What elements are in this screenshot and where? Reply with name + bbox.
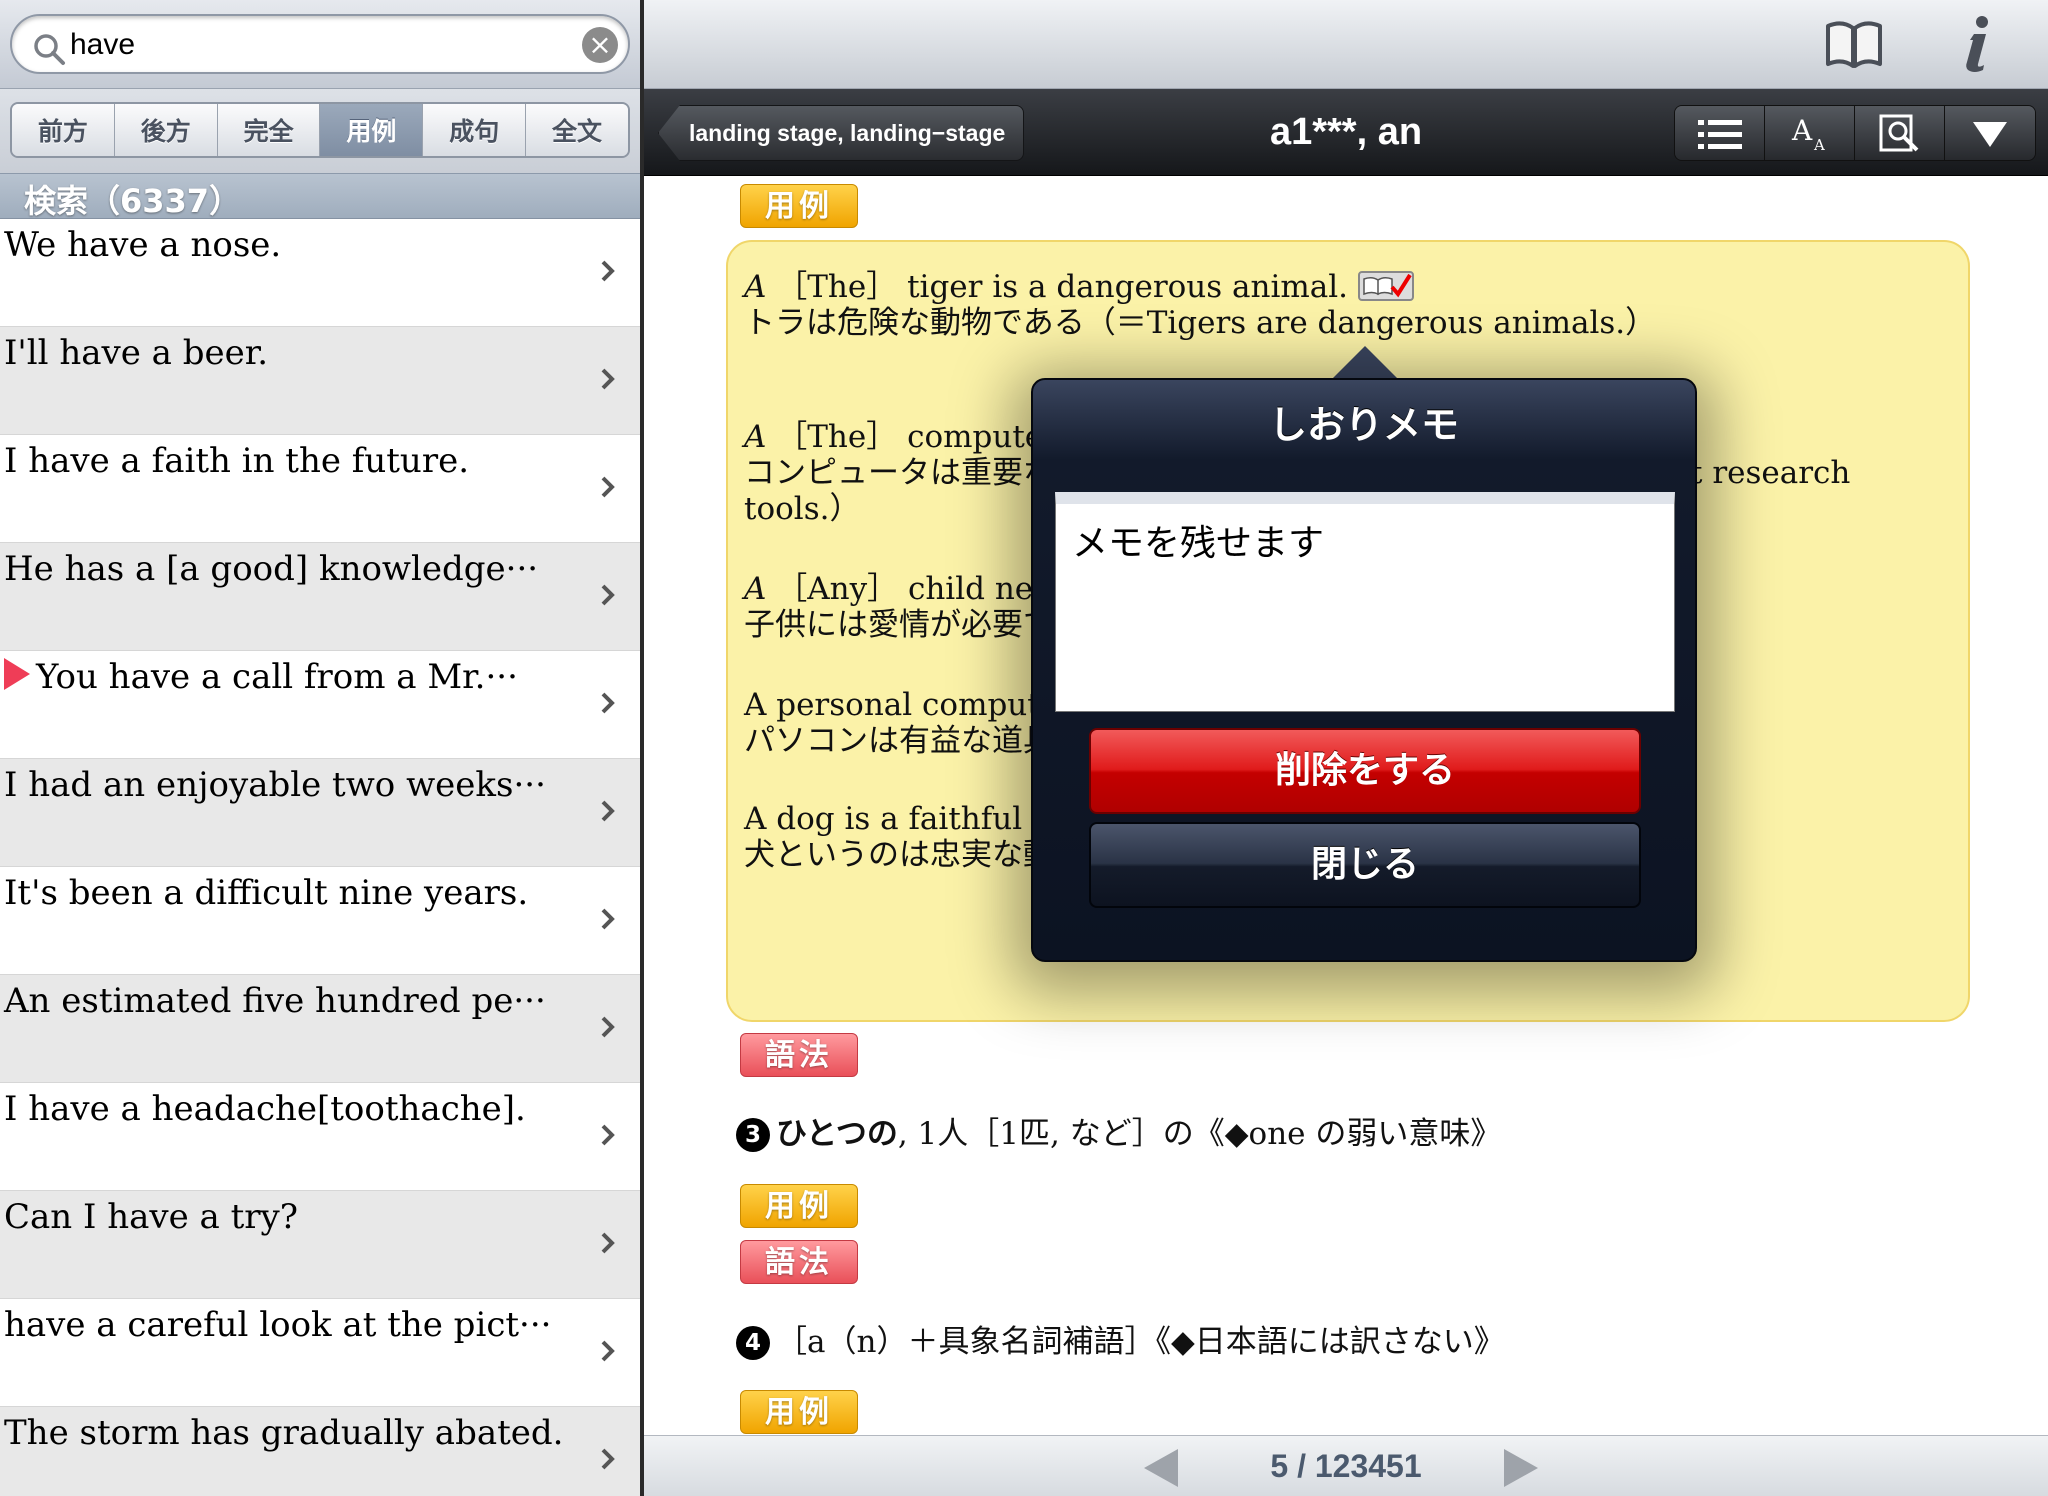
chevron-right-icon [601,1340,615,1362]
svg-text:A: A [1813,136,1825,154]
result-row[interactable]: have a careful look at the pict··· [0,1299,640,1407]
result-row[interactable]: I had an enjoyable two weeks··· [0,759,640,867]
chevron-right-icon [601,368,615,390]
bookmark-check-icon[interactable] [1358,269,1415,303]
result-row[interactable]: The storm has gradually abated. [0,1407,640,1496]
usage-example-tag[interactable]: 用例 [740,184,858,228]
sense-number: 3 [736,1118,770,1152]
result-text: An estimated five hundred pe··· [4,981,546,1021]
bookmark-memo-popover: しおりメモ 削除をする 閉じる [1031,378,1697,962]
segment-prefix[interactable]: 前方 [12,104,115,156]
result-text: You have a call from a Mr.··· [4,657,518,697]
result-text: It's been a difficult nine years. [4,873,529,913]
segment-examples[interactable]: 用例 [320,104,424,156]
page-indicator: 5 / 123451 [1270,1448,1422,1484]
current-marker-icon [4,658,30,690]
results-count-label: 検索（6337） [24,182,242,220]
result-row[interactable]: An estimated five hundred pe··· [0,975,640,1083]
sense-number: 4 [736,1326,770,1360]
chevron-right-icon [601,692,615,714]
result-text: I have a headache[toothache]. [4,1089,526,1129]
result-text: The storm has gradually abated. [4,1413,564,1453]
grammar-tag[interactable]: 語法 [740,1033,858,1077]
grammar-tag[interactable]: 語法 [740,1240,858,1284]
chevron-right-icon [601,800,615,822]
result-text: I had an enjoyable two weeks··· [4,765,546,805]
results-list: We have a nose. I'll have a beer. I have a… [0,219,640,1496]
chevron-right-icon [601,908,615,930]
result-text: have a careful look at the pict··· [4,1305,552,1345]
dropdown-icon[interactable] [1945,106,2035,160]
segment-exact[interactable]: 完全 [217,104,321,156]
entry-tools: A A [1674,105,2036,161]
result-row[interactable]: He has a [a good] knowledge··· [0,543,640,651]
search-mode-segmented-control: 前方 後方 完全 用例 成句 全文 [10,102,630,158]
search-mode-bar: 前方 後方 完全 用例 成句 全文 [0,89,640,173]
top-toolbar [644,0,2048,89]
popover-arrow [1331,346,1399,380]
memo-textarea[interactable] [1055,492,1675,712]
result-text: I have a faith in the future. [4,441,470,481]
chevron-right-icon [601,1448,615,1470]
search-bar: × [0,0,640,89]
segment-suffix[interactable]: 後方 [114,104,218,156]
back-button[interactable]: landing stage, landing−stage [658,105,1025,161]
chevron-right-icon [601,1016,615,1038]
result-text: We have a nose. [4,225,282,265]
close-button[interactable]: 閉じる [1089,822,1641,908]
search-icon [34,34,65,65]
segment-fulltext[interactable]: 全文 [526,104,628,156]
search-field[interactable]: × [10,14,630,74]
search-input[interactable] [70,22,570,68]
chevron-right-icon [601,584,615,606]
navigation-bar: landing stage, landing−stage a1***, an A… [644,89,2048,176]
sense-3: 3 ひとつの, 1人［1匹, など］の《◆one の弱い意味》 [736,1108,1501,1153]
clear-search-icon[interactable]: × [582,27,618,63]
example-1-ja: トラは危険な動物である（＝Tigers are dangerous animal… [744,305,1657,341]
usage-example-tag[interactable]: 用例 [740,1390,858,1434]
next-page-icon[interactable] [1504,1449,1538,1487]
result-row[interactable]: It's been a difficult nine years. [0,867,640,975]
chevron-right-icon [601,1232,615,1254]
zoom-search-icon[interactable] [1855,106,1945,160]
chevron-right-icon [601,260,615,282]
usage-example-tag[interactable]: 用例 [740,1184,858,1228]
result-text: Can I have a try? [4,1197,298,1237]
result-row[interactable]: Can I have a try? [0,1191,640,1299]
result-row[interactable]: I'll have a beer. [0,327,640,435]
result-row[interactable]: You have a call from a Mr.··· [0,651,640,759]
pagination-bar: 5 / 123451 [644,1435,2048,1496]
result-text: He has a [a good] knowledge··· [4,549,539,589]
results-section-header: 検索（6337） [0,173,640,220]
example-2-ja-cont: tools.） [744,491,861,527]
delete-button[interactable]: 削除をする [1089,728,1641,814]
chevron-right-icon [601,476,615,498]
info-icon[interactable] [1944,12,2008,76]
result-row[interactable]: I have a headache[toothache]. [0,1083,640,1191]
result-row[interactable]: I have a faith in the future. [0,435,640,543]
list-icon[interactable] [1675,106,1765,160]
segment-phrases[interactable]: 成句 [423,104,527,156]
font-size-icon[interactable]: A A [1765,106,1855,160]
book-icon[interactable] [1822,12,1886,76]
result-row[interactable]: We have a nose. [0,219,640,327]
chevron-right-icon [601,1124,615,1146]
svg-text:A: A [1791,114,1813,147]
popover-title: しおりメモ [1268,403,1459,447]
result-text: I'll have a beer. [4,333,269,373]
search-pane: × 前方 後方 完全 用例 成句 全文 検索（6337） We have a n… [0,0,640,1496]
sense-4: 4 ［a（n）＋具象名詞補語］《◆日本語には訳さない》 [736,1316,1505,1361]
